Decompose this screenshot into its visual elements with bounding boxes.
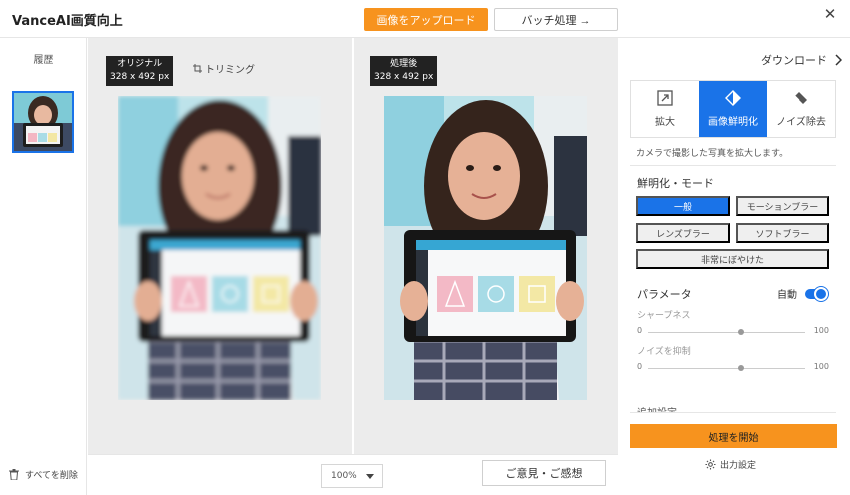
mode-lens-blur[interactable]: レンズブラー: [636, 223, 730, 243]
upload-image-button[interactable]: 画像をアップロード: [364, 8, 488, 31]
thumbnail-image: [14, 93, 72, 151]
output-settings-label: 出力設定: [720, 461, 757, 471]
tool-description: カメラで撮影した写真を拡大します。: [636, 149, 789, 159]
crop-icon: [193, 63, 202, 73]
delete-all-label: すべてを削除: [25, 471, 78, 481]
tab-enlarge-label: 拡大: [655, 117, 675, 128]
zoom-select[interactable]: 100%: [321, 464, 383, 488]
zoom-value: 100%: [331, 471, 357, 481]
sharpness-max: 100: [813, 326, 829, 335]
download-label: ダウンロード: [761, 54, 827, 67]
slider-thumb[interactable]: [737, 365, 744, 371]
original-size-label: 328 x 492 px: [110, 72, 170, 82]
trim-label: トリミング: [205, 64, 255, 76]
trim-button[interactable]: トリミング: [189, 58, 259, 78]
mode-title: 鮮明化・モード: [637, 177, 714, 190]
tab-denoise-label: ノイズ除去: [776, 117, 826, 128]
denoise-label: ノイズを抑制: [637, 347, 691, 357]
sharpness-label: シャープネス: [637, 311, 691, 321]
divider: [630, 412, 836, 413]
history-title: 履歴: [33, 55, 54, 66]
delete-all-button[interactable]: すべてを削除: [9, 468, 78, 481]
tool-tabs: 拡大 画像鮮明化 ノイズ除去: [630, 80, 836, 138]
original-badge-label: オリジナル: [117, 59, 163, 69]
mode-motion-blur[interactable]: モーションブラー: [736, 196, 829, 216]
app-window: VanceAI画質向上 画像をアップロード バッチ処理 → ✕ 履歴 すべてを削…: [0, 0, 850, 495]
processed-badge: 処理後 328 x 492 px: [370, 56, 438, 86]
auto-label: 自動: [777, 290, 797, 301]
mode-very-blurry[interactable]: 非常にぼやけた: [636, 249, 829, 269]
slider-thumb[interactable]: [737, 329, 744, 335]
trash-icon: [9, 469, 19, 480]
divider: [630, 165, 836, 166]
start-processing-button[interactable]: 処理を開始: [630, 424, 837, 448]
chevron-right-icon: [835, 54, 842, 66]
settings-panel: ダウンロード 拡大 画像鮮明化 ノイズ除去 カメラで撮影した写真を拡大します。 …: [619, 38, 850, 495]
original-image: [118, 96, 321, 400]
comparison-canvas: オリジナル 328 x 492 px トリミング 処理後 328 x 492 p…: [88, 38, 618, 454]
sharpness-slider[interactable]: 0 100: [637, 326, 829, 338]
header: VanceAI画質向上 画像をアップロード バッチ処理 → ✕: [0, 0, 850, 38]
gear-icon: [705, 459, 716, 470]
original-badge: オリジナル 328 x 492 px: [106, 56, 174, 86]
auto-toggle[interactable]: [805, 286, 828, 301]
enlarge-icon: [657, 90, 673, 106]
eraser-icon: [794, 92, 807, 104]
mode-soft-blur[interactable]: ソフトブラー: [736, 223, 829, 243]
batch-process-button[interactable]: バッチ処理 →: [494, 8, 618, 31]
processed-image: [384, 96, 587, 400]
denoise-max: 100: [813, 362, 829, 371]
close-icon[interactable]: ✕: [822, 6, 838, 22]
tab-denoise[interactable]: ノイズ除去: [767, 81, 835, 137]
auto-toggle-row: 自動: [777, 286, 828, 301]
app-title: VanceAI画質向上: [12, 14, 123, 29]
mode-general[interactable]: 一般: [636, 196, 730, 216]
tab-enlarge[interactable]: 拡大: [631, 81, 699, 137]
denoise-min: 0: [637, 362, 643, 371]
sharpness-min: 0: [637, 326, 643, 335]
processed-size-label: 328 x 492 px: [374, 72, 434, 82]
canvas-bottom-bar: 100% ご意見・ご感想: [88, 454, 618, 495]
download-button[interactable]: ダウンロード: [761, 52, 842, 68]
tab-sharpen[interactable]: 画像鮮明化: [699, 81, 767, 137]
processed-badge-label: 処理後: [390, 59, 418, 69]
sharpen-icon: [725, 90, 741, 106]
compare-divider[interactable]: [352, 38, 354, 454]
denoise-slider[interactable]: 0 100: [637, 362, 829, 374]
history-thumbnail[interactable]: [12, 91, 74, 153]
tab-sharpen-label: 画像鮮明化: [708, 117, 758, 128]
output-settings-button[interactable]: 出力設定: [705, 458, 756, 471]
more-settings[interactable]: 追加設定: [637, 404, 677, 412]
chevron-down-icon: [366, 474, 374, 479]
params-title: パラメータ: [637, 288, 692, 301]
feedback-button[interactable]: ご意見・ご感想: [482, 460, 606, 486]
history-sidebar: 履歴 すべてを削除: [0, 38, 87, 495]
